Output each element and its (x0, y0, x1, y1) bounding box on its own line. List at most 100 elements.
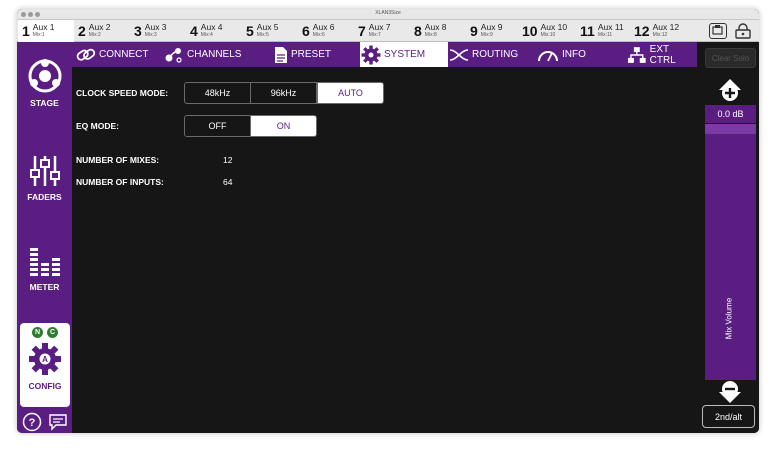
mix-name: Aux 10 (540, 22, 568, 32)
tab-label: EXT CTRL (649, 43, 676, 66)
config-tab-bar: CONNECT CHANNELS PRESET SYSTEM ROUTING I… (72, 42, 697, 67)
mix-sub: Mix:10 (540, 32, 556, 38)
network-status-badge: N (32, 327, 43, 338)
mix-tab-7[interactable]: 7 Aux 7 Mix:7 (358, 20, 391, 42)
mix-name: Aux 6 (312, 22, 335, 32)
mix-name: Aux 2 (88, 22, 111, 32)
mix-sub: Mix:8 (424, 32, 437, 38)
mix-sub: Mix:2 (88, 32, 101, 38)
mix-sub: Mix:5 (256, 32, 269, 38)
number-of-inputs-label: NUMBER OF INPUTS: (76, 177, 164, 187)
mix-name: Aux 12 (652, 22, 680, 32)
title-bar: XLAN3Size (17, 9, 759, 20)
config-gear-icon: A (29, 343, 61, 375)
tab-connect[interactable]: CONNECT (76, 42, 162, 67)
mix-volume-db-value: 0.0 dB (705, 105, 756, 123)
mix-number: 4 (190, 23, 198, 39)
message-icon[interactable] (48, 413, 68, 433)
gauge-icon (538, 50, 558, 61)
sidebar-item-label: FADERS (27, 192, 62, 202)
mix-volume-panel: Clear Solo 0.0 dB Mix Volume 2nd/alt (700, 42, 759, 433)
eq-mode-label: EQ MODE: (76, 121, 119, 131)
tab-label: CHANNELS (187, 49, 242, 60)
mix-tab-6[interactable]: 6 Aux 6 Mix:6 (302, 20, 335, 42)
link-icon (76, 48, 96, 61)
mix-sub: Mix:12 (652, 32, 668, 38)
number-of-mixes-label: NUMBER OF MIXES: (76, 155, 160, 165)
sidebar-item-config[interactable]: N C A CONFIG (20, 323, 70, 407)
mix-number: 8 (414, 23, 422, 39)
clock-48khz-option[interactable]: 48kHz (184, 82, 251, 104)
mix-sub: Mix:3 (144, 32, 157, 38)
help-icon[interactable]: ? (22, 412, 42, 433)
mix-number: 3 (134, 23, 142, 39)
second-alt-button[interactable]: 2nd/alt (702, 405, 755, 428)
sidebar-item-stage[interactable]: STAGE (17, 58, 72, 108)
sidebar-item-label: CONFIG (28, 381, 62, 391)
mix-name: Aux 3 (144, 22, 167, 32)
eq-on-option[interactable]: ON (250, 115, 317, 137)
fader-top-cap (705, 124, 756, 134)
mix-tab-9[interactable]: 9 Aux 9 Mix:9 (470, 20, 503, 42)
sidebar-item-label: METER (29, 282, 60, 292)
snapshot-icon[interactable] (709, 23, 727, 39)
clock-96khz-option[interactable]: 96kHz (250, 82, 317, 104)
volume-up-icon[interactable] (718, 78, 742, 107)
channels-icon (165, 47, 182, 63)
mix-tab-5[interactable]: 5 Aux 5 Mix:5 (246, 20, 279, 42)
mix-sub: Mix:6 (312, 32, 325, 38)
document-icon (275, 46, 287, 63)
sidebar: STAGE FADERS METER N C A CONFIG ? (17, 42, 72, 433)
mix-volume-label: Mix Volume (724, 297, 734, 340)
tab-info[interactable]: INFO (537, 42, 617, 67)
eq-off-option[interactable]: OFF (184, 115, 251, 137)
clock-auto-option[interactable]: AUTO (317, 82, 384, 104)
tab-preset[interactable]: PRESET (254, 42, 342, 67)
mix-name: Aux 7 (368, 22, 391, 32)
sidebar-item-meter[interactable]: METER (17, 242, 72, 292)
number-of-mixes-value: 12 (223, 155, 233, 165)
mix-tab-10[interactable]: 10 Aux 10 Mix:10 (522, 20, 567, 42)
number-of-inputs-value: 64 (223, 177, 233, 187)
mix-number: 12 (634, 23, 650, 39)
mix-tab-8[interactable]: 8 Aux 8 Mix:8 (414, 20, 447, 42)
mix-tab-4[interactable]: 4 Aux 4 Mix:4 (190, 20, 223, 42)
tab-label: SYSTEM (384, 49, 426, 60)
tab-routing[interactable]: ROUTING (449, 42, 537, 67)
sidebar-item-faders[interactable]: FADERS (17, 152, 72, 202)
mix-name: Aux 1 (32, 22, 55, 32)
sidebar-item-label: STAGE (30, 98, 59, 108)
system-settings-panel: CLOCK SPEED MODE: 48kHz 96kHz AUTO EQ MO… (72, 67, 700, 433)
tab-label: CONNECT (99, 49, 149, 60)
window-title: XLAN3Size (375, 10, 401, 16)
mix-number: 2 (78, 23, 86, 39)
mix-sub: Mix:11 (597, 32, 613, 38)
mix-tab-12[interactable]: 12 Aux 12 Mix:12 (634, 20, 679, 42)
gear-icon (361, 45, 381, 64)
clear-solo-button[interactable]: Clear Solo (705, 48, 756, 68)
mix-selector-bar: 1 Aux 1 Mix:1 2 Aux 2 Mix:2 3 Aux 3 Mix:3 4… (17, 20, 759, 42)
mix-name: Aux 4 (200, 22, 223, 32)
mix-tab-2[interactable]: 2 Aux 2 Mix:2 (78, 20, 111, 42)
mix-name: Aux 11 (597, 22, 624, 32)
meter-icon (29, 248, 60, 276)
mix-tab-1[interactable]: 1 Aux 1 Mix:1 (18, 20, 74, 42)
routing-icon (449, 48, 469, 61)
mix-name: Aux 9 (480, 22, 503, 32)
mix-tab-3[interactable]: 3 Aux 3 Mix:3 (134, 20, 167, 42)
tab-label: PRESET (291, 49, 332, 60)
tab-ext-ctrl[interactable]: EXT CTRL (627, 42, 697, 67)
tab-system[interactable]: SYSTEM (360, 42, 448, 67)
network-icon (627, 46, 646, 63)
mix-number: 1 (22, 23, 30, 39)
mix-sub: Mix:1 (32, 32, 45, 38)
mix-number: 6 (302, 23, 310, 39)
tab-channels[interactable]: CHANNELS (164, 42, 252, 67)
mix-number: 9 (470, 23, 478, 39)
faders-icon (29, 156, 60, 186)
lock-icon[interactable] (733, 23, 751, 39)
mix-sub: Mix:7 (368, 32, 381, 38)
mix-number: 7 (358, 23, 366, 39)
mix-name: Aux 5 (256, 22, 279, 32)
mix-tab-11[interactable]: 11 Aux 11 Mix:11 (580, 20, 624, 42)
